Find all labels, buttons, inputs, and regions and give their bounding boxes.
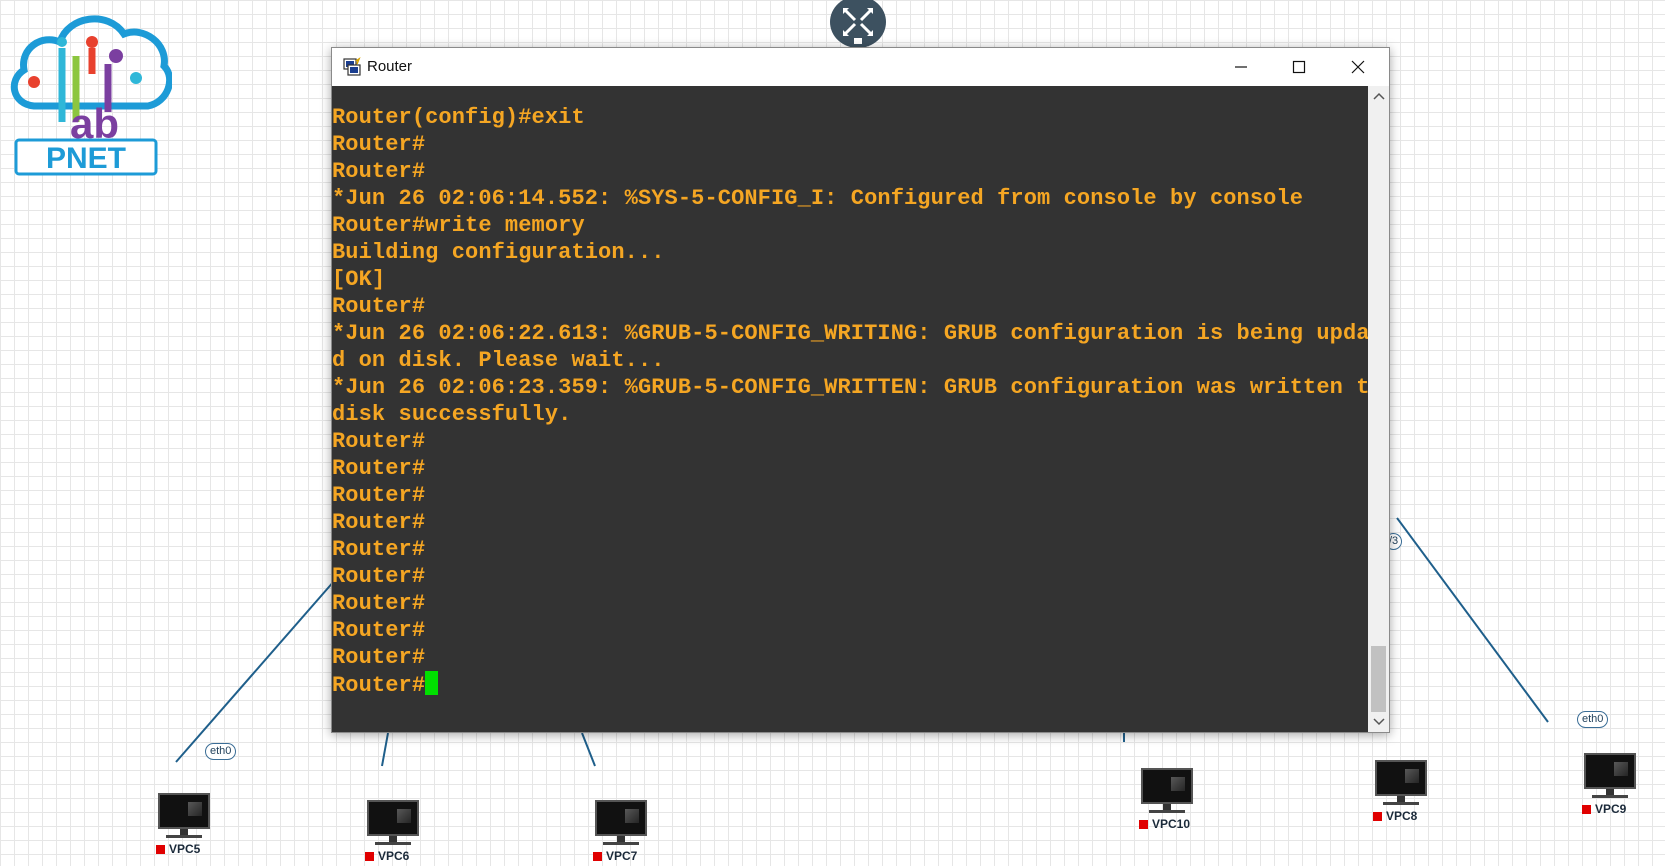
terminal-line: disk successfully. [332,402,572,427]
monitor-base [375,842,411,845]
terminal-line: Router# [332,618,426,643]
monitor-icon [367,800,419,836]
terminal-line: Router#write memory [332,213,585,238]
status-stopped-icon [1139,820,1148,829]
chevron-up-icon [1372,92,1385,100]
window-titlebar[interactable]: Router [332,48,1389,86]
terminal-line: Router# [332,591,426,616]
link-vpc6[interactable] [381,732,389,767]
vpc-name: VPC7 [606,849,638,863]
terminal-line: Router# [332,537,426,562]
terminal-line: *Jun 26 02:06:23.359: %GRUB-5-CONFIG_WRI… [332,375,1368,400]
maximize-button[interactable] [1270,48,1328,86]
monitor-icon [1375,760,1427,796]
monitor-icon [1584,753,1636,789]
status-stopped-icon [365,852,374,861]
monitor-base [166,835,202,838]
monitor-base [1592,795,1628,798]
vpc-node-vpc9[interactable]: VPC9 [1578,753,1638,819]
vpc-name: VPC8 [1386,809,1418,823]
logo-text: PNET [46,142,126,175]
terminal-line: Router# [332,483,426,508]
status-stopped-icon [1373,812,1382,821]
terminal-line: *Jun 26 02:06:14.552: %SYS-5-CONFIG_I: C… [332,186,1304,211]
vpc-name: VPC9 [1595,802,1627,816]
terminal-line: Router# [332,294,426,319]
close-button[interactable] [1329,48,1387,86]
scroll-down-button[interactable] [1368,712,1389,732]
status-stopped-icon [1582,805,1591,814]
putty-app-icon[interactable] [342,57,362,77]
pnetlab-logo: ab PNET [10,15,172,176]
terminal-line: Router# [332,510,426,535]
terminal-line: *Jun 26 02:06:22.613: %GRUB-5-CONFIG_WRI… [332,321,1368,346]
link-vpc5[interactable] [175,579,336,763]
scrollbar-thumb[interactable] [1371,646,1386,712]
minimize-button[interactable] [1212,48,1270,86]
monitor-base [1149,810,1185,813]
vpc-node-vpc10[interactable]: VPC10 [1135,768,1195,834]
vpc-name: VPC6 [378,849,410,863]
monitor-icon [1141,768,1193,804]
vpc-node-vpc5[interactable]: VPC5 [152,793,212,859]
monitor-base [1383,802,1419,805]
monitor-icon [158,793,210,829]
status-stopped-icon [156,845,165,854]
terminal-window[interactable]: Router Router(config)#exit Router# Router#… [331,47,1390,733]
chevron-down-icon [1372,718,1385,726]
terminal-line: Router# [332,671,1368,698]
status-stopped-icon [593,852,602,861]
close-icon [1351,60,1365,74]
terminal-line: Router# [332,159,426,184]
terminal-cursor [425,671,439,695]
vpc-node-vpc7[interactable]: VPC7 [589,800,649,866]
link-vpc7[interactable] [581,732,596,767]
terminal-line: d on disk. Please wait... [332,348,665,373]
terminal-line: Router# [332,429,426,454]
terminal-line: Router# [332,456,426,481]
link-vpc9[interactable] [1396,517,1549,723]
vpc-name: VPC10 [1152,817,1191,831]
router-icon[interactable] [829,0,887,50]
vpc-node-vpc8[interactable]: VPC8 [1369,760,1429,826]
monitor-base [603,842,639,845]
minimize-icon [1235,66,1247,68]
terminal-line: [OK] [332,267,386,292]
vpc-node-vpc6[interactable]: VPC6 [361,800,421,866]
scroll-up-button[interactable] [1368,86,1389,106]
vertical-scrollbar[interactable] [1368,86,1389,732]
terminal-output[interactable]: Router(config)#exit Router# Router# *Jun 26… [332,86,1368,732]
window-title: Router [367,58,413,75]
terminal-line: Router# [332,645,426,670]
maximize-icon [1292,60,1306,74]
terminal-line: Building configuration... [332,240,665,265]
terminal-line: Router# [332,564,426,589]
monitor-icon [595,800,647,836]
iface-label-vpc9[interactable]: eth0 [1577,711,1609,728]
iface-label-vpc5[interactable]: eth0 [205,743,237,760]
terminal-line: Router(config)#exit [332,105,585,130]
vpc-name: VPC5 [169,842,201,856]
terminal-line: Router# [332,132,426,157]
